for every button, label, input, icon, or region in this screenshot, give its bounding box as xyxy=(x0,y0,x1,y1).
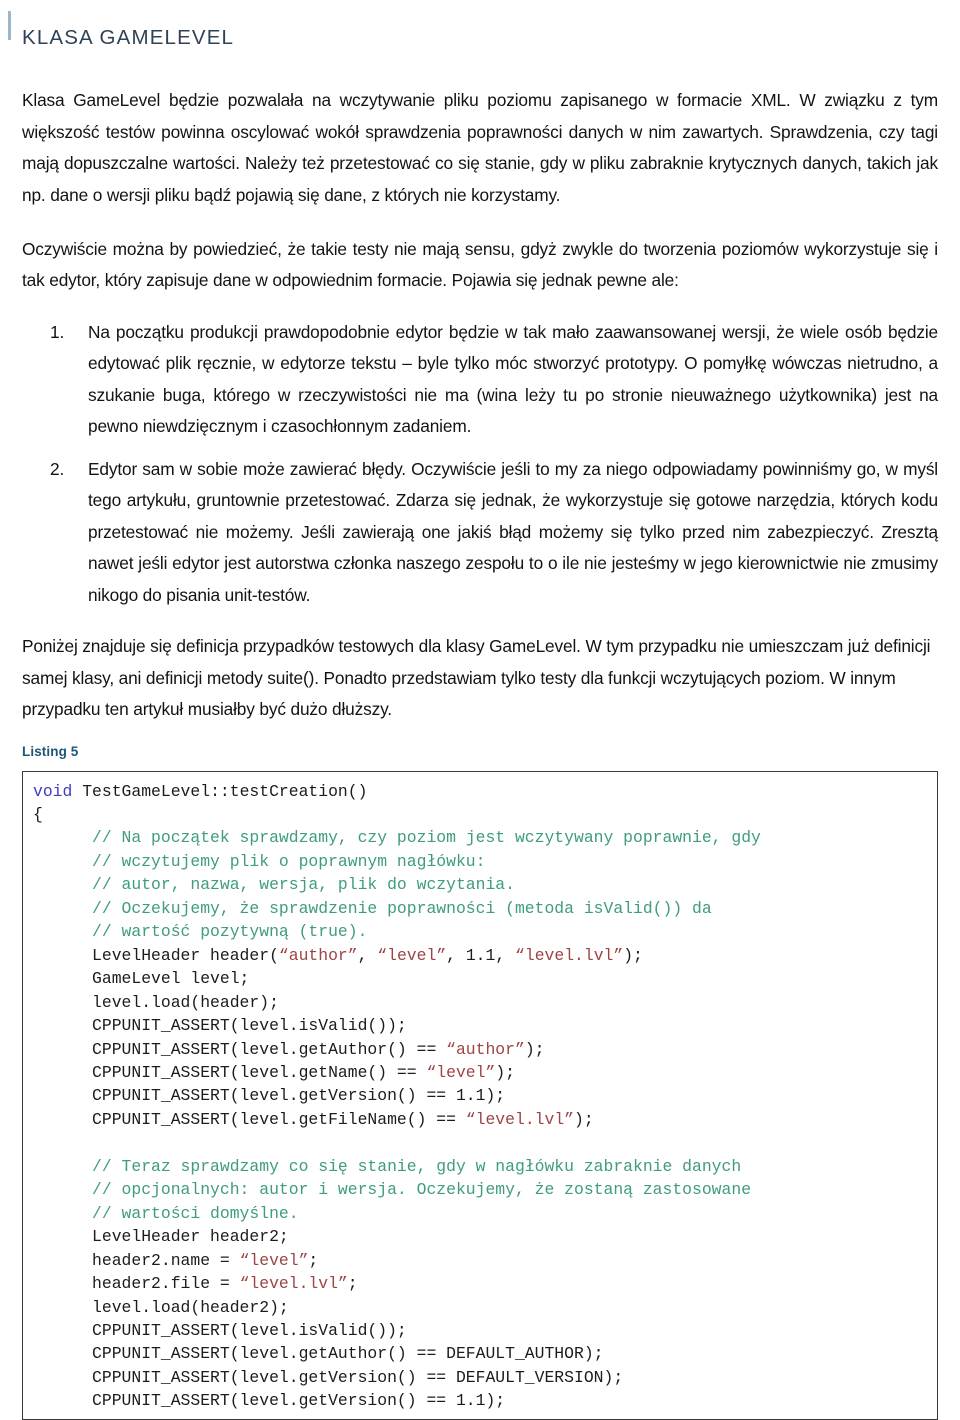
code-token: GameLevel level; xyxy=(33,969,250,989)
code-token: // wartość pozytywną (true). xyxy=(33,922,368,942)
code-token: level.load(header); xyxy=(33,992,279,1012)
code-token: // Na początek sprawdzamy, czy poziom je… xyxy=(33,828,761,848)
code-token: // wczytujemy plik o poprawnym nagłówku: xyxy=(33,851,486,871)
code-token: CPPUNIT_ASSERT(level.isValid()); xyxy=(33,1320,407,1340)
code-token: CPPUNIT_ASSERT(level.isValid()); xyxy=(33,1016,407,1036)
code-block: void TestGameLevel::testCreation() { // … xyxy=(22,770,938,1420)
paragraph-outro: Poniżej znajduje się definicja przypadkó… xyxy=(22,636,931,720)
code-token: // autor, nazwa, wersja, plik do wczytan… xyxy=(33,875,515,895)
heading-accent-bar xyxy=(8,11,11,40)
code-token: CPPUNIT_ASSERT(level.getName() == xyxy=(33,1062,427,1082)
code-token: CPPUNIT_ASSERT(level.getVersion() == 1.1… xyxy=(33,1086,506,1106)
listing-caption: Listing 5 xyxy=(22,743,79,759)
code-token: TestGameLevel::testCreation() xyxy=(72,781,368,801)
paragraph-obvious: Oczywiście można by powiedzieć, że takie… xyxy=(22,238,938,291)
code-token: “level” xyxy=(239,1250,309,1270)
code-token: // Teraz sprawdzamy co się stanie, gdy w… xyxy=(33,1156,742,1176)
code-token: “level.lvl” xyxy=(515,945,624,965)
document-page: KLASA GAMELEVEL Klasa GameLevel będzie p… xyxy=(0,0,960,1420)
code-token: LevelHeader header2; xyxy=(33,1227,289,1247)
code-token: “level.lvl” xyxy=(239,1274,348,1294)
heading-text: KLASA GAMELEVEL xyxy=(22,25,235,49)
code-token: // Oczekujemy, że sprawdzenie poprawnośc… xyxy=(33,898,712,918)
list-item: Na początku produkcji prawdopodobnie edy… xyxy=(50,317,938,437)
code-token: “author” xyxy=(278,945,358,965)
code-token: , xyxy=(357,945,378,965)
page-title: KLASA GAMELEVEL xyxy=(8,0,938,64)
code-token: level.load(header2); xyxy=(33,1297,289,1317)
code-token: ; xyxy=(347,1274,358,1294)
code-token: “level” xyxy=(426,1062,496,1082)
code-token: “author” xyxy=(446,1039,525,1059)
list-item: Edytor sam w sobie może zawierać błędy. … xyxy=(50,454,938,605)
code-token: ; xyxy=(308,1250,319,1270)
code-token: “level” xyxy=(377,945,447,965)
code-token: CPPUNIT_ASSERT(level.getVersion() == 1.1… xyxy=(33,1391,506,1411)
code-token: header2.name = xyxy=(33,1250,240,1270)
code-token: CPPUNIT_ASSERT(level.getVersion() == DEF… xyxy=(33,1367,624,1387)
numbered-list: Na początku produkcji prawdopodobnie edy… xyxy=(22,317,938,611)
code-listing: void TestGameLevel::testCreation() { // … xyxy=(33,780,937,1413)
code-token: header2.file = xyxy=(33,1274,240,1294)
code-token: { xyxy=(33,804,43,824)
code-token: CPPUNIT_ASSERT(level.getFileName() == xyxy=(33,1109,466,1129)
code-token: ); xyxy=(623,945,643,965)
code-token: // wartości domyślne. xyxy=(33,1203,299,1223)
code-token: CPPUNIT_ASSERT(level.getAuthor() == DEFA… xyxy=(33,1344,604,1364)
code-token: CPPUNIT_ASSERT(level.getAuthor() == xyxy=(33,1039,447,1059)
code-token: ); xyxy=(574,1109,594,1129)
code-token: // opcjonalnych: autor i wersja. Oczekuj… xyxy=(33,1180,752,1200)
code-token: “level.lvl” xyxy=(465,1109,574,1129)
code-token: ); xyxy=(495,1062,515,1082)
paragraph-intro: Klasa GameLevel będzie pozwalała na wczy… xyxy=(22,90,938,205)
code-token: ); xyxy=(524,1039,545,1059)
code-token: void xyxy=(33,781,73,801)
code-token: , 1.1, xyxy=(446,945,516,965)
code-token: LevelHeader header( xyxy=(33,945,279,965)
